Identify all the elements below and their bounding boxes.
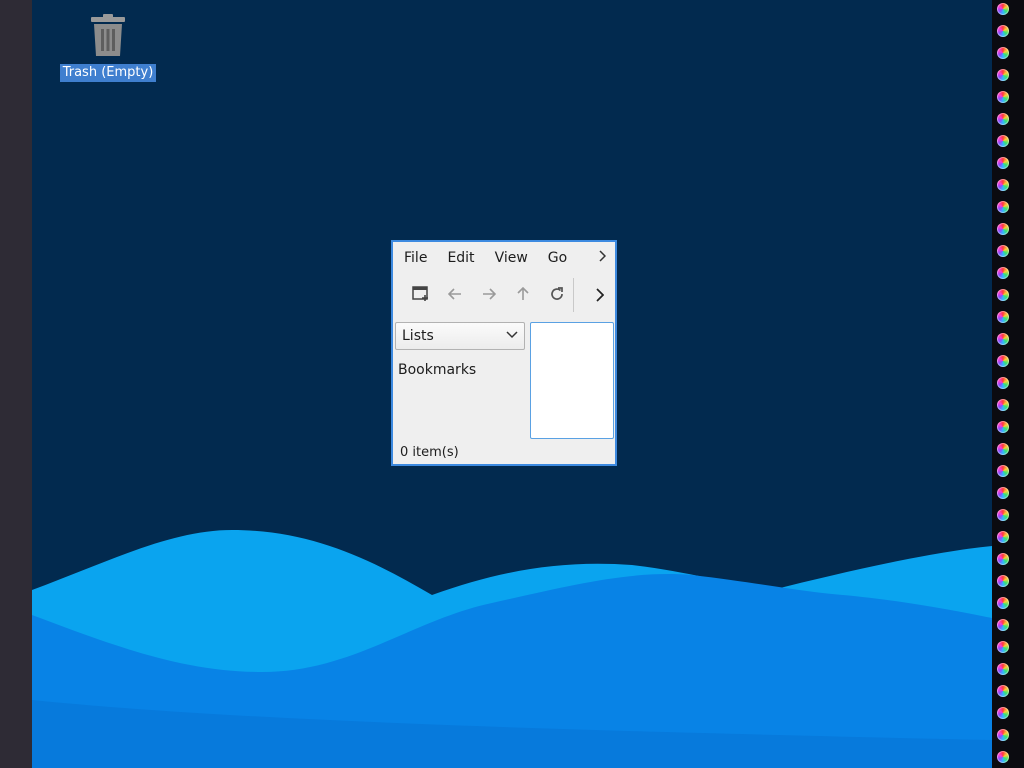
- up-button[interactable]: [506, 277, 540, 311]
- dock-launcher-icon[interactable]: [997, 179, 1009, 191]
- forward-icon: [483, 288, 496, 300]
- left-panel-strip: [0, 0, 32, 768]
- dock-launcher-icon[interactable]: [997, 531, 1009, 543]
- menu-file[interactable]: File: [393, 242, 437, 274]
- menu-view[interactable]: View: [485, 242, 538, 274]
- dock-launcher-icon[interactable]: [997, 91, 1009, 103]
- dock-launcher-icon[interactable]: [997, 333, 1009, 345]
- dock-launcher-icon[interactable]: [997, 223, 1009, 235]
- dock-launcher-icon[interactable]: [997, 355, 1009, 367]
- desktop-icon-trash[interactable]: Trash (Empty): [58, 14, 158, 82]
- dock-launcher-icon[interactable]: [997, 751, 1009, 763]
- dock-launcher-icon[interactable]: [997, 25, 1009, 37]
- dock-launcher-icon[interactable]: [997, 267, 1009, 279]
- file-list-view[interactable]: [530, 322, 614, 439]
- up-icon: [517, 287, 529, 300]
- dock-launcher-icon[interactable]: [997, 289, 1009, 301]
- dock-launcher-icon[interactable]: [997, 641, 1009, 653]
- menu-overflow-button[interactable]: [590, 250, 615, 266]
- dock-launcher-icon[interactable]: [997, 69, 1009, 81]
- dock-launcher-icon[interactable]: [997, 575, 1009, 587]
- bookmarks-section-label[interactable]: Bookmarks: [398, 362, 476, 378]
- forward-button[interactable]: [472, 277, 506, 311]
- dock-launcher-icon[interactable]: [997, 421, 1009, 433]
- new-tab-icon: [412, 286, 428, 301]
- toolbar: [393, 274, 615, 314]
- menubar: File Edit View Go: [393, 242, 615, 274]
- dock-launcher-icon[interactable]: [997, 3, 1009, 15]
- back-icon: [448, 288, 461, 300]
- dock-launcher-icon[interactable]: [997, 311, 1009, 323]
- right-dock-strip: [992, 0, 1024, 768]
- back-button[interactable]: [438, 277, 472, 311]
- toolbar-separator: [573, 278, 574, 312]
- dock-launcher-icon[interactable]: [997, 113, 1009, 125]
- new-tab-button[interactable]: [404, 277, 438, 311]
- dock-launcher-icon[interactable]: [997, 619, 1009, 631]
- side-panel-select[interactable]: Lists: [395, 322, 525, 350]
- chevron-right-icon: [599, 250, 607, 262]
- menu-go[interactable]: Go: [538, 242, 577, 274]
- chevron-right-icon: [595, 288, 604, 302]
- dock-launcher-icon[interactable]: [997, 553, 1009, 565]
- dock-launcher-icon[interactable]: [997, 245, 1009, 257]
- menu-edit[interactable]: Edit: [437, 242, 484, 274]
- dock-launcher-icon[interactable]: [997, 597, 1009, 609]
- dock-launcher-icon[interactable]: [997, 465, 1009, 477]
- dock-launcher-icon[interactable]: [997, 663, 1009, 675]
- dock-launcher-icon[interactable]: [997, 509, 1009, 521]
- dock-launcher-icon[interactable]: [997, 729, 1009, 741]
- dock-launcher-icon[interactable]: [997, 707, 1009, 719]
- dock-launcher-icon[interactable]: [997, 135, 1009, 147]
- toolbar-overflow-button[interactable]: [589, 278, 609, 312]
- trash-icon: [91, 14, 125, 56]
- trash-label: Trash (Empty): [59, 64, 157, 82]
- dock-launcher-icon[interactable]: [997, 399, 1009, 411]
- dock-launcher-icon[interactable]: [997, 377, 1009, 389]
- reload-icon: [551, 287, 563, 300]
- file-manager-window: File Edit View Go Lists Bookmarks 0 item…: [391, 240, 617, 466]
- chevron-down-icon: [506, 331, 518, 339]
- dock-launcher-icon[interactable]: [997, 685, 1009, 697]
- status-bar-text: 0 item(s): [400, 445, 459, 460]
- dock-launcher-icon[interactable]: [997, 487, 1009, 499]
- dock-launcher-icon[interactable]: [997, 157, 1009, 169]
- dock-launcher-icon[interactable]: [997, 201, 1009, 213]
- dock-launcher-icon[interactable]: [997, 443, 1009, 455]
- dock-launcher-icon[interactable]: [997, 47, 1009, 59]
- side-panel-select-value: Lists: [402, 328, 434, 344]
- reload-button[interactable]: [540, 277, 574, 311]
